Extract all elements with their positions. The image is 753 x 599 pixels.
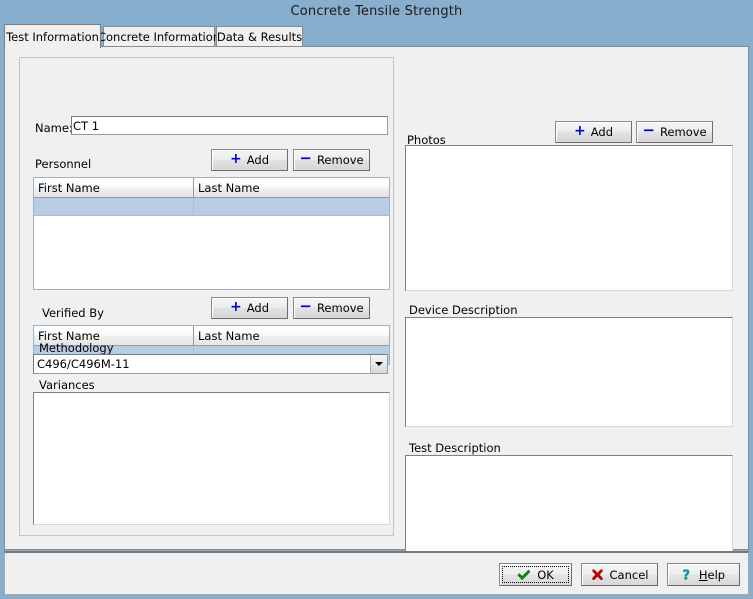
- methodology-combobox[interactable]: C496/C496M-11: [33, 354, 388, 374]
- minus-icon: −: [299, 299, 312, 314]
- column-header-last-name: Last Name: [194, 326, 389, 345]
- personnel-add-button[interactable]: + Add: [211, 149, 288, 171]
- personnel-remove-button[interactable]: − Remove: [293, 149, 370, 171]
- column-header-last-name: Last Name: [194, 178, 389, 197]
- dialog-button-bar: OK Cancel ? Help: [4, 551, 749, 595]
- verified-by-remove-button[interactable]: − Remove: [293, 297, 370, 319]
- question-mark-icon: ?: [682, 568, 693, 582]
- tab-label: Test Information: [6, 30, 99, 44]
- cell-last-name: [194, 198, 389, 216]
- button-label: Add: [247, 301, 269, 315]
- dialog-window: Concrete Tensile Strength Test Informati…: [0, 0, 753, 599]
- minus-icon: −: [642, 123, 655, 138]
- tab-data-and-results[interactable]: Data & Results: [216, 26, 303, 47]
- name-label: Name:: [35, 121, 73, 135]
- help-accel-char: H: [699, 568, 708, 582]
- tab-label: Concrete Information: [98, 30, 220, 44]
- window-title: Concrete Tensile Strength: [290, 4, 462, 19]
- photos-list-panel[interactable]: [405, 145, 733, 291]
- chevron-down-icon[interactable]: [370, 355, 387, 373]
- variances-label: Variances: [39, 378, 95, 392]
- plus-icon: +: [230, 300, 242, 314]
- cancel-button[interactable]: Cancel: [581, 563, 658, 586]
- personnel-grid[interactable]: First Name Last Name: [33, 177, 390, 290]
- methodology-selected-value: C496/C496M-11: [34, 357, 370, 371]
- tab-strip: Test Information Concrete Information Da…: [4, 24, 749, 47]
- help-label-rest: elp: [708, 568, 726, 582]
- personnel-label: Personnel: [35, 157, 91, 171]
- cell-first-name: [34, 198, 194, 216]
- ok-button[interactable]: OK: [499, 563, 572, 586]
- ok-label: OK: [537, 568, 554, 582]
- help-button[interactable]: ? Help: [667, 563, 740, 586]
- device-description-label: Device Description: [409, 303, 517, 317]
- button-label: Add: [247, 153, 269, 167]
- minus-icon: −: [299, 151, 312, 166]
- grid-header-row: First Name Last Name: [34, 178, 389, 198]
- device-description-textarea[interactable]: [405, 317, 733, 427]
- methodology-label: Methodology: [39, 341, 114, 355]
- tab-test-information[interactable]: Test Information: [4, 24, 101, 48]
- button-label: Remove: [660, 125, 707, 139]
- test-description-label: Test Description: [409, 441, 501, 455]
- variances-textarea[interactable]: [33, 392, 390, 525]
- tab-page-test-information: Name: Personnel + Add − Remove First Nam…: [4, 46, 749, 550]
- title-bar: Concrete Tensile Strength: [0, 0, 753, 23]
- verified-by-add-button[interactable]: + Add: [211, 297, 288, 319]
- tab-concrete-information[interactable]: Concrete Information: [103, 26, 215, 47]
- help-label: Help: [699, 568, 725, 582]
- photos-remove-button[interactable]: − Remove: [636, 121, 713, 143]
- plus-icon: +: [230, 152, 242, 166]
- focus-ring: [502, 566, 569, 583]
- verified-by-label: Verified By: [42, 306, 104, 320]
- photos-add-button[interactable]: + Add: [555, 121, 632, 143]
- plus-icon: +: [574, 124, 586, 138]
- tab-label: Data & Results: [217, 30, 302, 44]
- cross-icon: [591, 569, 604, 581]
- button-label: Add: [591, 125, 613, 139]
- table-row[interactable]: [34, 198, 389, 216]
- button-label: Remove: [317, 301, 364, 315]
- button-label: Remove: [317, 153, 364, 167]
- name-input[interactable]: [71, 116, 388, 135]
- svg-text:?: ?: [682, 568, 690, 582]
- column-header-first-name: First Name: [34, 178, 194, 197]
- test-description-textarea[interactable]: [405, 455, 733, 565]
- check-icon: [517, 569, 531, 581]
- cancel-label: Cancel: [610, 568, 649, 582]
